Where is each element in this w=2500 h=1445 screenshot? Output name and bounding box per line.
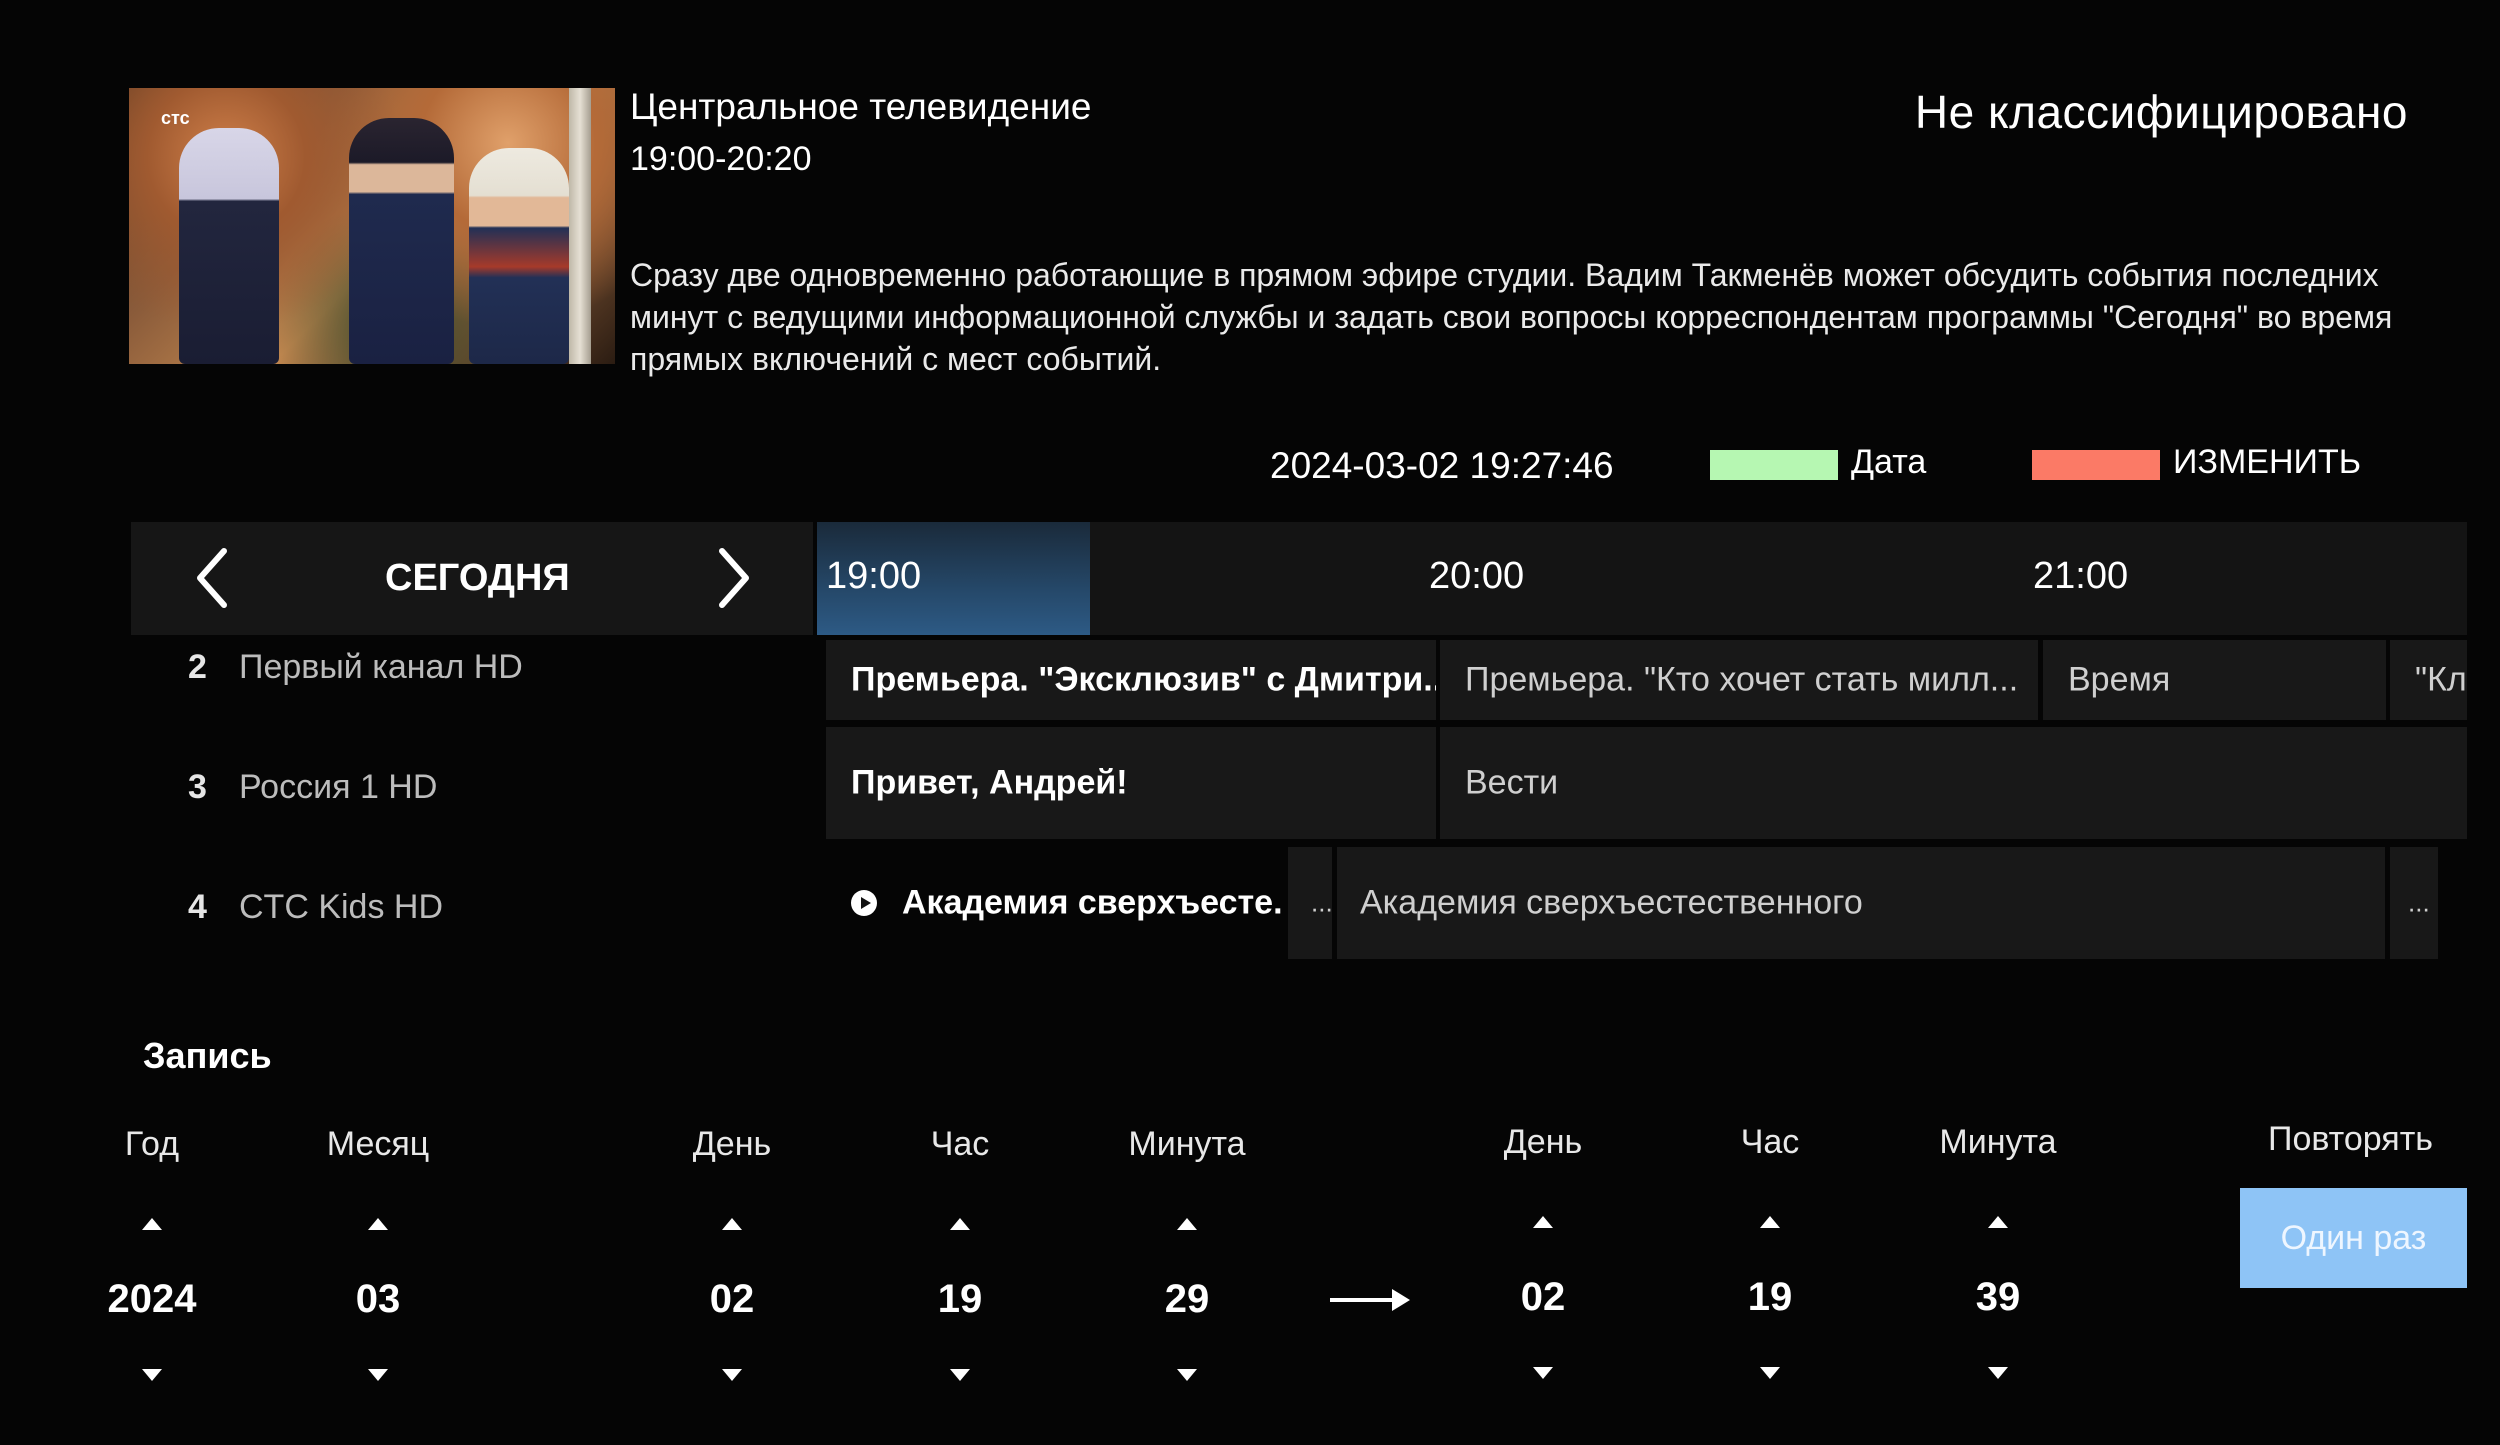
channel-name[interactable]: Первый канал HD [239,648,523,687]
program-cell-now-playing[interactable]: Академия сверхъесте... [826,847,1284,959]
program-time-range: 19:00-20:20 [630,140,812,178]
program-thumbnail: стс [129,88,615,364]
start-day-up-arrow-icon[interactable] [722,1218,742,1230]
end-hour-up-arrow-icon[interactable] [1760,1216,1780,1228]
timeline-label: 21:00 [2033,555,2129,597]
month-down-arrow-icon[interactable] [368,1369,388,1381]
end-minute-up-arrow-icon[interactable] [1988,1216,2008,1228]
program-cell[interactable]: Премьера. "Эксклюзив" с Дмитри... [826,640,1436,720]
record-section-title: Запись [143,1035,272,1076]
program-channel-title: Центральное телевидение [630,86,1092,127]
program-cell[interactable]: Академия сверхъестественного [1337,847,2385,959]
channel-name[interactable]: Россия 1 HD [239,768,437,807]
end-day-value[interactable]: 02 [1443,1275,1643,1320]
repeat-button[interactable]: Один раз [2240,1188,2467,1288]
month-value[interactable]: 03 [278,1277,478,1322]
start-hour-value[interactable]: 19 [860,1277,1060,1322]
end-hour-value[interactable]: 19 [1670,1275,1870,1320]
end-minute-value[interactable]: 39 [1898,1275,2098,1320]
month-label: Месяц [326,1125,430,1163]
end-day-down-arrow-icon[interactable] [1533,1367,1553,1379]
green-key-label: Дата [1851,443,1927,481]
start-day-label: День [692,1125,772,1163]
arrow-right-head-icon [1392,1289,1410,1311]
channel-number: 4 [188,888,207,926]
green-key-indicator [1710,450,1838,480]
program-title: Привет, Андрей! [851,763,1128,802]
start-day-down-arrow-icon[interactable] [722,1369,742,1381]
chevron-right-icon[interactable] [712,545,756,611]
current-datetime: 2024-03-02 19:27:46 [1270,445,1614,486]
channel-name[interactable]: CTC Kids HD [239,888,443,927]
month-up-arrow-icon[interactable] [368,1218,388,1230]
start-minute-down-arrow-icon[interactable] [1177,1369,1197,1381]
program-title: ... [2408,887,2430,918]
channel-number: 3 [188,768,207,806]
program-title: Премьера. "Эксклюзив" с Дмитри... [851,660,1436,699]
end-day-label: День [1503,1123,1583,1161]
repeat-label: Повторять [2268,1120,2433,1158]
program-title: Премьера. "Кто хочет стать милл... [1465,660,2019,699]
program-title: Вести [1465,763,1559,802]
year-down-arrow-icon[interactable] [142,1369,162,1381]
program-cell[interactable]: "Кл [2390,640,2467,720]
red-key-label: ИЗМЕНИТЬ [2173,443,2362,481]
timeline-label: 19:00 [826,555,922,597]
start-day-value[interactable]: 02 [632,1277,832,1322]
end-minute-label: Минута [1939,1123,2057,1161]
year-label: Год [124,1125,180,1163]
channel-number: 2 [188,648,207,686]
arrow-right-icon [1330,1298,1400,1302]
end-day-up-arrow-icon[interactable] [1533,1216,1553,1228]
year-up-arrow-icon[interactable] [142,1218,162,1230]
start-minute-label: Минута [1128,1125,1246,1163]
program-cell[interactable]: ... [2390,847,2438,959]
end-minute-down-arrow-icon[interactable] [1988,1367,2008,1379]
chevron-left-icon[interactable] [190,545,234,611]
program-title: ... [1311,887,1332,918]
program-cell[interactable]: Премьера. "Кто хочет стать милл... [1440,640,2038,720]
start-hour-down-arrow-icon[interactable] [950,1369,970,1381]
end-hour-label: Час [1740,1123,1800,1161]
program-cell[interactable]: Вести [1440,727,2467,839]
program-title: "Кл [2415,660,2467,699]
start-hour-label: Час [930,1125,990,1163]
red-key-indicator [2032,450,2160,480]
program-title: Время [2068,660,2171,699]
play-icon [851,890,877,916]
year-value[interactable]: 2024 [52,1277,252,1322]
start-minute-up-arrow-icon[interactable] [1177,1218,1197,1230]
program-cell[interactable]: Привет, Андрей! [826,727,1436,839]
start-hour-up-arrow-icon[interactable] [950,1218,970,1230]
day-label: СЕГОДНЯ [385,557,570,599]
program-title: Академия сверхъестественного [1360,883,1863,922]
timeline-label: 20:00 [1429,555,1525,597]
start-minute-value[interactable]: 29 [1087,1277,1287,1322]
channel-logo: стс [161,108,190,128]
program-cell[interactable]: ... [1288,847,1332,959]
program-cell[interactable]: Время [2043,640,2386,720]
program-rating: Не классифицировано [1914,86,2408,138]
program-description: Сразу две одновременно работающие в прям… [630,257,2393,377]
program-title: Академия сверхъесте... [902,883,1284,922]
end-hour-down-arrow-icon[interactable] [1760,1367,1780,1379]
